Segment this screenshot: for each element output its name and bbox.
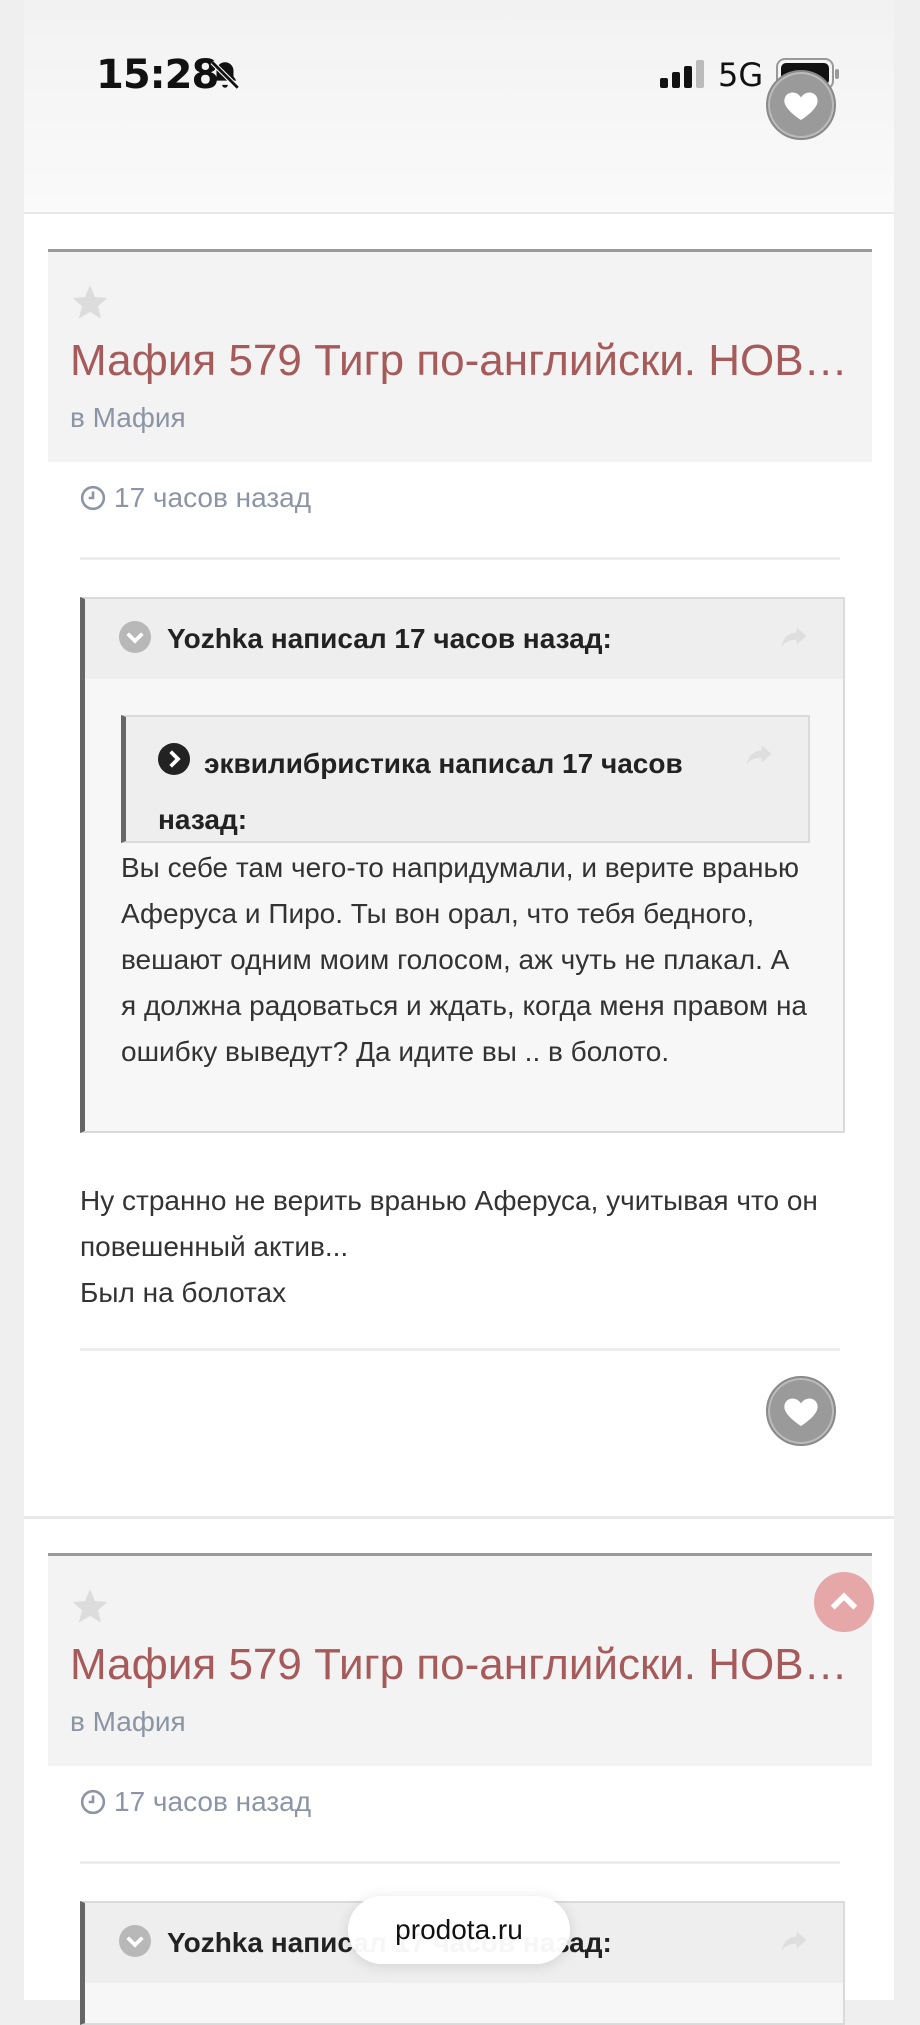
chevron-down-icon[interactable] <box>119 620 151 658</box>
network-type: 5G <box>718 56 764 94</box>
share-icon[interactable] <box>779 621 809 656</box>
chevron-right-icon[interactable] <box>158 739 190 793</box>
category-prefix: в <box>70 1706 85 1737</box>
clock-icon <box>80 1789 106 1815</box>
post-title[interactable]: Мафия 579 Тигр по-английски. НОВЫЕ ИГРОК… <box>70 336 860 386</box>
star-icon[interactable] <box>70 1586 110 1631</box>
post-header: Мафия 579 Тигр по-английски. НОВЫЕ ИГРОК… <box>48 249 872 462</box>
divider <box>80 1348 840 1351</box>
heart-icon <box>784 92 818 120</box>
nested-quote-author: эквилибристика написал 17 часов назад: <box>158 748 683 835</box>
category-link[interactable]: Мафия <box>93 402 186 433</box>
post-body-line: Ну странно не верить вранью Аферуса, учи… <box>80 1185 818 1262</box>
post-date-text: 17 часов назад <box>114 1786 312 1817</box>
post-separator <box>24 1516 894 1519</box>
browser-domain: prodota.ru <box>395 1914 523 1945</box>
post-date: 17 часов назад <box>80 482 311 514</box>
star-icon[interactable] <box>70 282 110 327</box>
category-prefix: в <box>70 402 85 433</box>
post-category: в Мафия <box>70 1706 186 1738</box>
quote-author: Yozhka написал 17 часов назад: <box>167 623 612 654</box>
category-link[interactable]: Мафия <box>93 1706 186 1737</box>
signal-icon <box>660 60 706 93</box>
quote-block: Yozhka написал 17 часов назад: эквилибри… <box>80 597 845 1133</box>
divider <box>80 1861 840 1864</box>
post-header: Мафия 579 Тигр по-английски. НОВЫЕ ИГРОК… <box>48 1553 872 1766</box>
share-icon[interactable] <box>744 739 774 774</box>
share-icon[interactable] <box>779 1925 809 1960</box>
chevron-down-icon[interactable] <box>119 1924 151 1962</box>
post-title[interactable]: Мафия 579 Тигр по-английски. НОВЫЕ ИГРОК… <box>70 1640 860 1690</box>
arrow-up-icon <box>830 1592 858 1610</box>
like-button[interactable] <box>766 1376 836 1446</box>
quote-header: Yozhka написал 17 часов назад: <box>85 599 843 679</box>
post-body-line: Был на болотах <box>80 1277 287 1308</box>
quote-text: Вы себе там чего-то напридумали, и верит… <box>121 852 807 1067</box>
clock-icon <box>80 485 106 511</box>
post-category: в Мафия <box>70 402 186 434</box>
post-body: Ну странно не верить вранью Аферуса, учи… <box>80 1178 860 1316</box>
heart-icon <box>784 1398 818 1426</box>
post-date-text: 17 часов назад <box>114 482 312 513</box>
divider <box>80 557 840 560</box>
scroll-to-top-button[interactable] <box>814 1572 874 1632</box>
post-date: 17 часов назад <box>80 1786 311 1818</box>
nested-quote: эквилибристика написал 17 часов назад: <box>121 715 810 843</box>
like-button[interactable] <box>766 70 836 140</box>
bell-slash-icon <box>208 58 242 97</box>
browser-address-pill[interactable]: prodota.ru <box>348 1896 570 1964</box>
status-time: 15:28 <box>96 52 219 98</box>
